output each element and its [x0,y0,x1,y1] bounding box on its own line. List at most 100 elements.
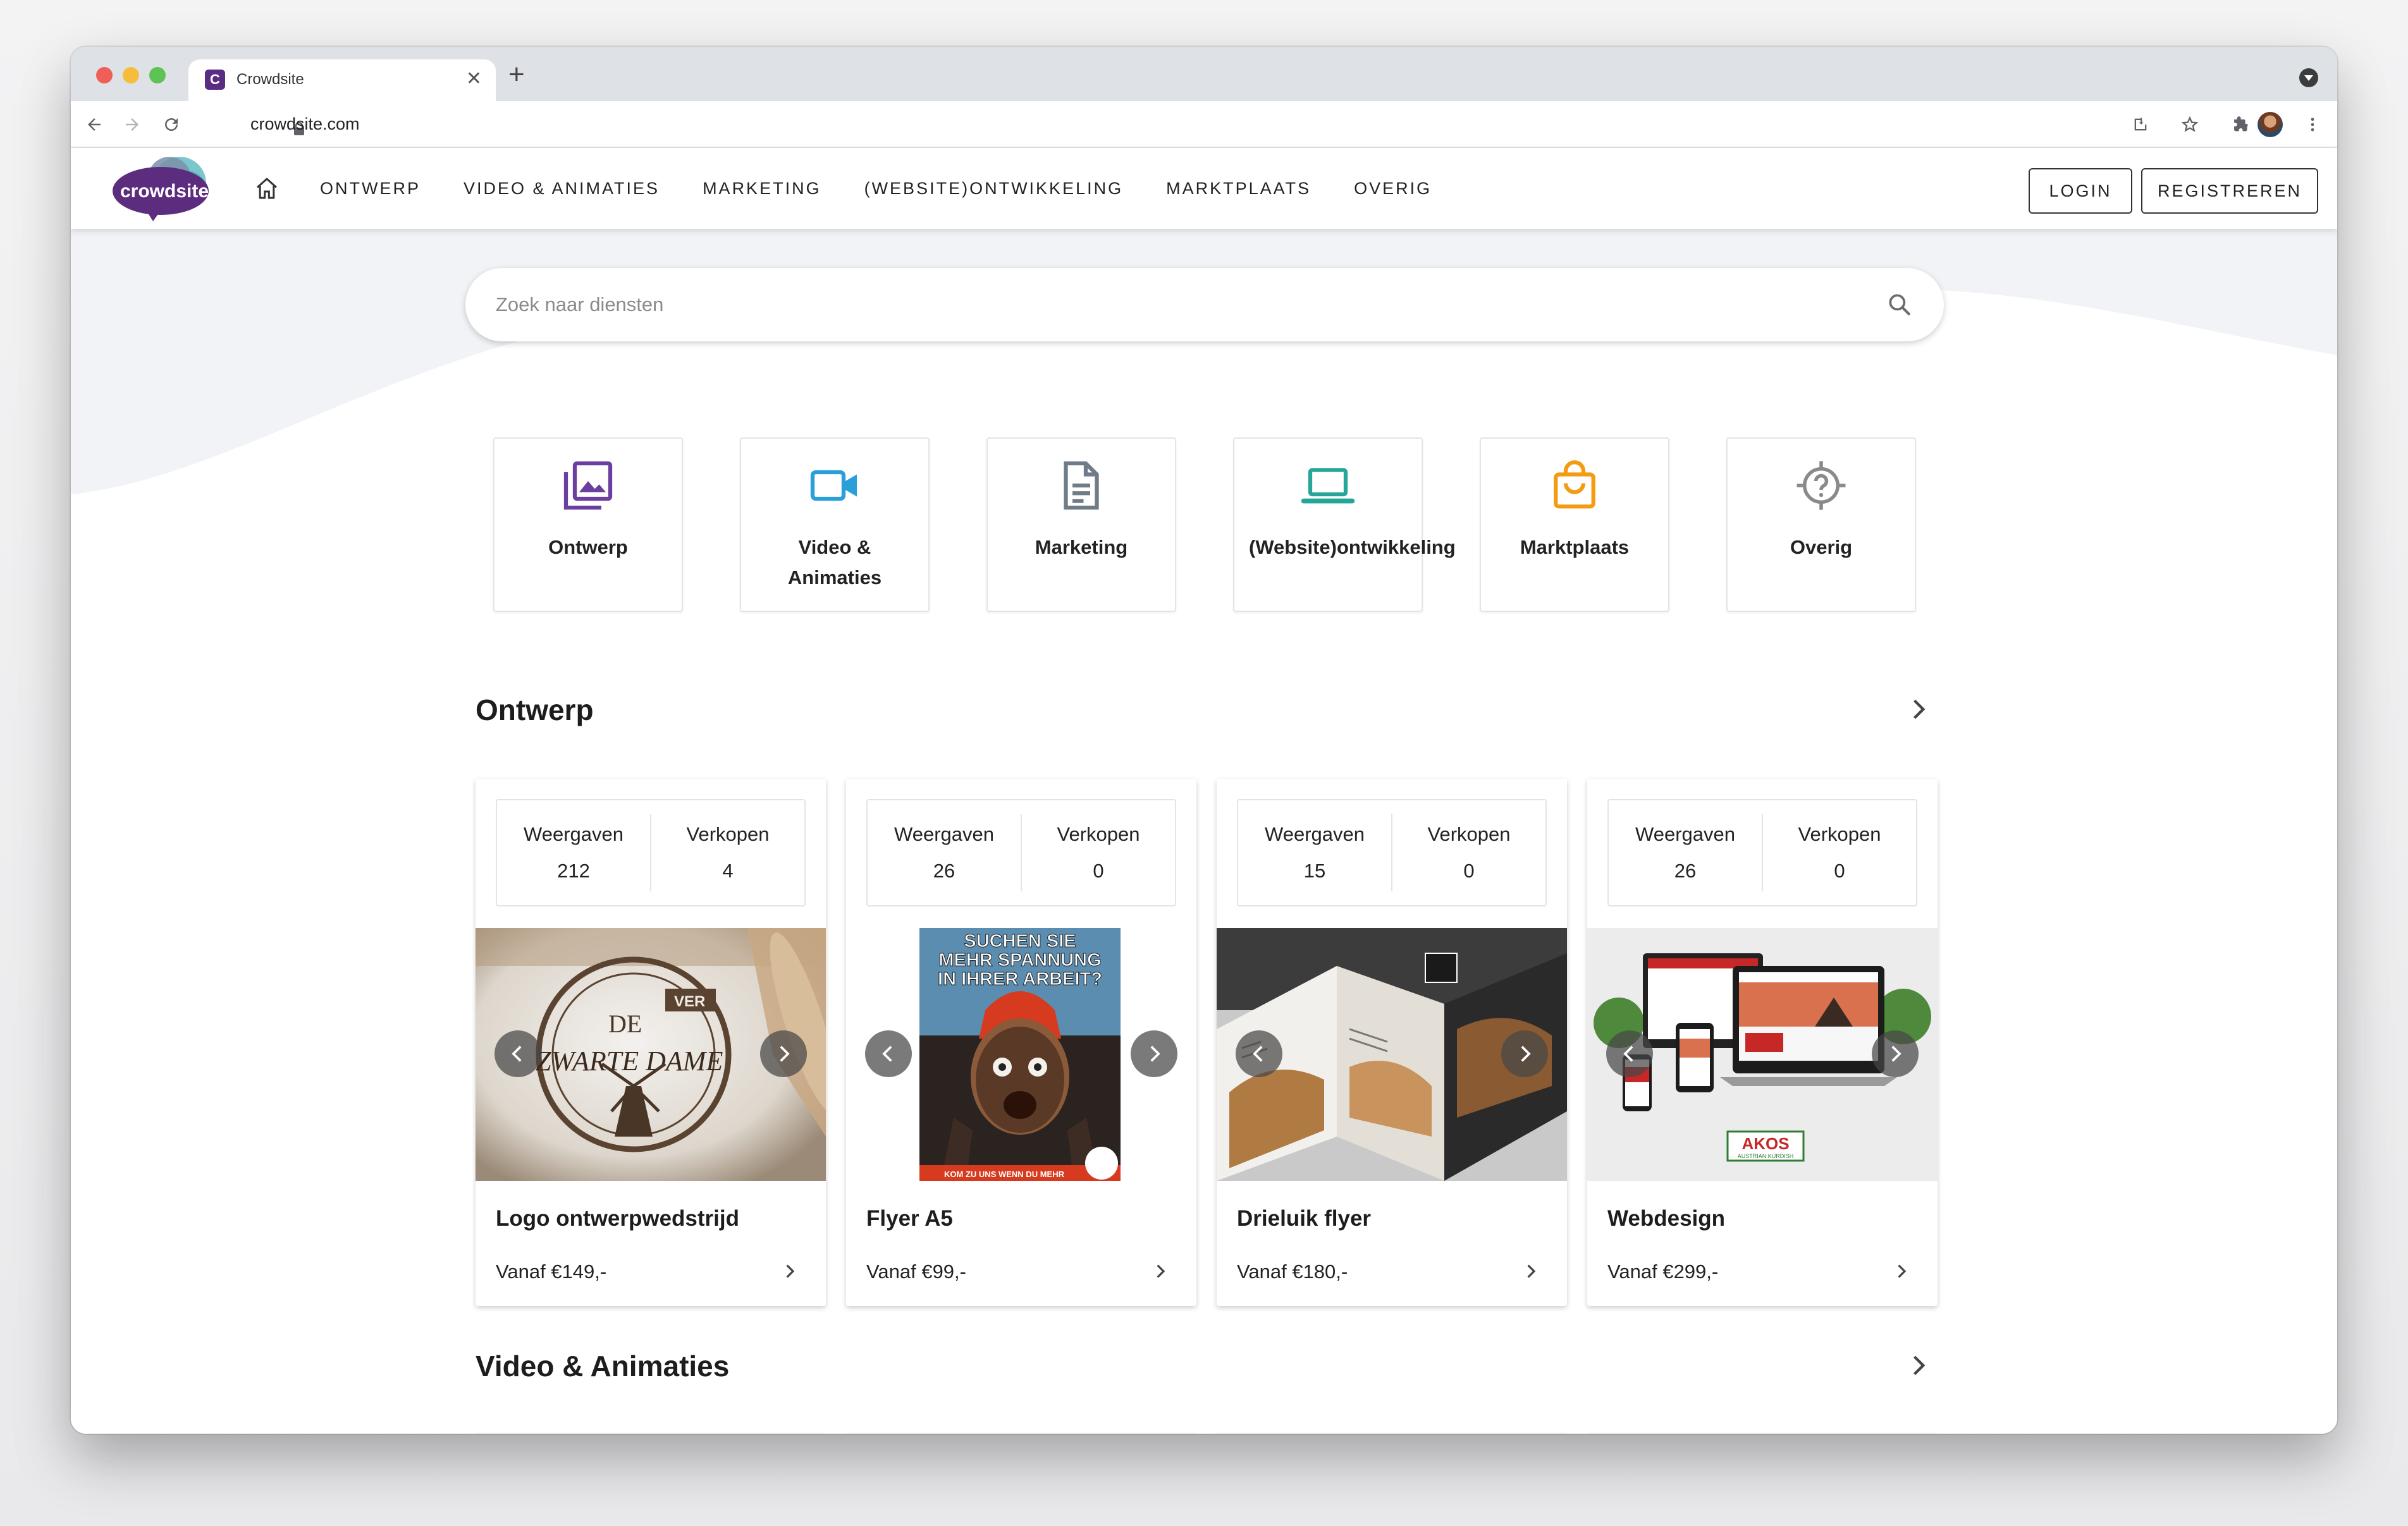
tab-close-icon[interactable]: ✕ [466,68,482,90]
bookmark-star-icon[interactable] [2178,113,2202,137]
chevron-right-icon [780,1046,790,1062]
card-title[interactable]: Logo ontwerpwedstrijd [496,1206,739,1231]
back-arrow-icon [88,118,101,131]
minimize-window-button[interactable] [123,67,139,83]
flyer-headline-3: IN IHRER ARBEIT? [938,969,1102,989]
home-icon[interactable] [254,176,280,201]
profile-avatar[interactable] [2258,112,2283,137]
forward-arrow-icon [126,118,138,131]
category-video-animaties[interactable]: Video & Animaties [740,437,930,612]
card-price: Vanaf €99,- [866,1260,966,1283]
category-overig[interactable]: Overig [1726,437,1916,612]
card-image-trifold[interactable] [1217,928,1567,1181]
chevron-right-icon[interactable] [1905,1352,1932,1379]
extensions-puzzle-icon[interactable] [2228,113,2252,137]
register-button[interactable]: REGISTREREN [2141,168,2318,214]
section-title-ontwerp: Ontwerp [476,693,594,726]
category-label: Marketing [1035,536,1128,558]
image-gallery-icon [563,461,613,510]
logo-word-ver: VER [674,993,705,1010]
chevron-left-icon [512,1046,522,1062]
sales-label: Verkopen [686,823,770,845]
views-count: 15 [1303,860,1326,882]
views-count: 26 [1674,860,1697,882]
akos-logo-text: AKOS [1742,1134,1789,1153]
close-window-button[interactable] [96,67,113,83]
flyer-headline-2: MEHR SPANNUNG [938,950,1101,970]
carousel-prev-button[interactable] [1236,1030,1282,1077]
carousel-prev-button[interactable] [1606,1030,1653,1077]
carousel-next-button[interactable] [1131,1030,1177,1077]
shopping-bag-icon [1554,460,1595,509]
install-app-icon[interactable] [2128,113,2153,137]
browser-tab[interactable]: C Crowdsite ✕ [188,59,496,101]
category-website-ontwikkeling[interactable]: (Website)ontwikkeling [1233,437,1456,612]
carousel-next-button[interactable] [760,1030,807,1077]
sales-count: 0 [1093,860,1104,882]
chevron-left-icon [1253,1046,1263,1062]
reload-icon [165,118,178,131]
address-bar[interactable] [212,107,2147,142]
card-price: Vanaf €299,- [1607,1260,1719,1283]
card-price: Vanaf €180,- [1237,1260,1348,1283]
akos-logo-subtitle: AUSTRIAN KURDISH [1738,1153,1794,1159]
service-card[interactable]: Weergaven 212 Verkopen 4 DE ZWARTE DAME [476,779,826,1306]
carousel-prev-button[interactable] [865,1030,912,1077]
login-button[interactable]: LOGIN [2029,168,2132,214]
carousel-prev-button[interactable] [494,1030,541,1077]
views-label: Weergaven [1635,823,1735,845]
chevron-right-icon[interactable] [1892,1262,1911,1281]
browser-menu-icon[interactable] [2300,113,2325,137]
service-card[interactable]: Weergaven 15 Verkopen 0 Drieluik flyer V… [1217,779,1567,1306]
back-button[interactable] [80,110,109,139]
category-label: Video & Animaties [787,536,882,589]
chevron-right-icon[interactable] [780,1262,799,1281]
card-image-webdesign[interactable]: AKOS AUSTRIAN KURDISH [1587,928,1938,1181]
category-label: Overig [1790,536,1853,558]
search-input[interactable] [496,268,1862,341]
nav-website-ontwikkeling[interactable]: (WEBSITE)ONTWIKKELING [864,179,1124,198]
chevron-left-icon [882,1046,892,1062]
card-stats: Weergaven 26 Verkopen 0 [1607,799,1917,906]
chevron-right-icon[interactable] [1151,1262,1170,1281]
carousel-next-button[interactable] [1501,1030,1548,1077]
card-price: Vanaf €149,- [496,1260,607,1283]
forward-button[interactable] [118,110,147,139]
nav-video-animaties[interactable]: VIDEO & ANIMATIES [464,179,660,198]
card-title[interactable]: Webdesign [1607,1206,1725,1231]
card-title[interactable]: Flyer A5 [866,1206,953,1231]
carousel-next-button[interactable] [1872,1030,1919,1077]
nav-ontwerp[interactable]: ONTWERP [320,179,421,198]
logo-text: crowdsite [120,181,209,202]
nav-marktplaats[interactable]: MARKTPLAATS [1166,179,1311,198]
page-content: Ontwerp Video & Animaties Marketing [71,229,2337,1434]
favicon-icon: C [205,70,225,90]
document-icon [1064,461,1099,510]
card-title[interactable]: Drieluik flyer [1237,1206,1371,1231]
chevron-right-icon[interactable] [1905,695,1932,723]
service-card[interactable]: Weergaven 26 Verkopen 0 [1587,779,1938,1306]
chevron-right-icon[interactable] [1521,1262,1540,1281]
browser-window: C Crowdsite ✕ + crowdsite.com crowdsite … [71,47,2337,1434]
category-marktplaats[interactable]: Marktplaats [1480,437,1669,612]
views-label: Weergaven [1265,823,1365,845]
card-image-flyer[interactable]: SUCHEN SIE MEHR SPANNUNG IN IHRER ARBEIT… [846,928,1196,1181]
search-icon[interactable] [1886,291,1914,319]
sales-label: Verkopen [1427,823,1511,845]
views-count: 212 [557,860,590,882]
service-card[interactable]: Weergaven 26 Verkopen 0 [846,779,1196,1306]
nav-marketing[interactable]: MARKETING [703,179,821,198]
category-marketing[interactable]: Marketing [986,437,1176,612]
new-tab-button[interactable]: + [508,61,525,89]
category-ontwerp[interactable]: Ontwerp [493,437,683,612]
sales-count: 0 [1463,860,1475,882]
url-text[interactable]: crowdsite.com [250,114,360,134]
nav-overig[interactable]: OVERIG [1354,179,1432,198]
tab-search-icon[interactable] [2299,68,2318,87]
service-cards: Weergaven 212 Verkopen 4 DE ZWARTE DAME [476,779,1938,1306]
zoom-window-button[interactable] [149,67,166,83]
chevron-right-icon [1521,1046,1531,1062]
reload-button[interactable] [157,110,186,139]
crowdsite-logo[interactable]: crowdsite [109,153,224,223]
card-image-logo[interactable]: DE ZWARTE DAME VER [476,928,826,1181]
